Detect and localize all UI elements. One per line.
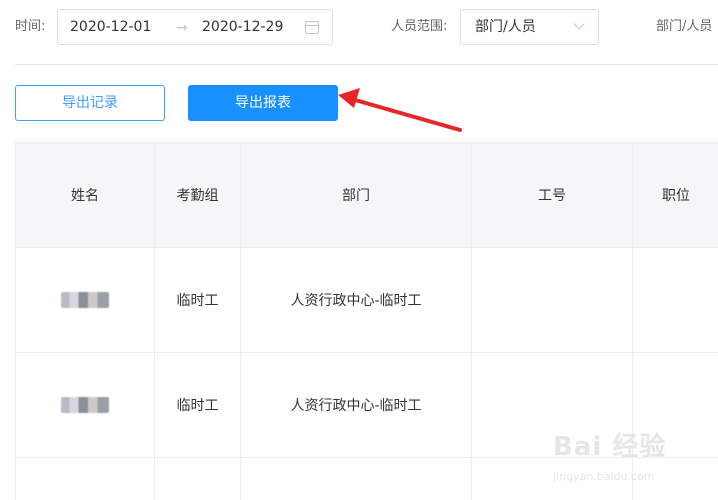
cell-name-redacted [16,353,155,457]
time-label: 时间: [15,19,46,34]
header-position: 职位 [662,188,690,204]
range-label: 人员范围: [391,19,448,34]
cell-name-redacted [16,248,155,352]
person-range-select[interactable]: 部门/人员 [460,9,599,45]
watermark-url: jingyan.baidu.com [553,470,655,483]
date-end[interactable]: 2020-12-29 [202,18,283,36]
cell-department: 人资行政中心-临时工 [241,248,472,352]
watermark-logo-text: Bai 经验 [553,432,667,462]
cell-employee-id [472,248,633,352]
table-header: 姓名 考勤组 部门 工号 职位 [16,142,718,248]
chevron-down-icon [573,18,585,30]
person-range-value: 部门/人员 [475,19,536,35]
date-start[interactable]: 2020-12-01 [70,18,151,36]
filter-divider [15,64,718,65]
cell-department: 人资行政中心-临时工 [241,353,472,457]
export-report-button[interactable]: 导出报表 [188,85,338,121]
header-name: 姓名 [16,143,155,247]
table-row: 临时工 人资行政中心-临时工 [16,248,718,353]
export-records-button[interactable]: 导出记录 [15,85,165,121]
date-separator-arrow: → [176,20,188,36]
date-range-picker[interactable]: 2020-12-01 → 2020-12-29 [57,9,333,45]
header-department: 部门 [241,143,472,247]
redacted-name-image [61,292,109,308]
filter-bar: 时间: 2020-12-01 → 2020-12-29 人员范围: 部门/人员 … [0,0,718,64]
cell-position [633,248,718,352]
cell-empty [16,458,155,500]
baidu-jingyan-watermark: Bai 经验 jingyan.baidu.com [545,412,718,500]
red-pointer-arrow-icon [338,88,462,132]
redacted-name-image [61,397,109,413]
cell-empty [241,458,472,500]
cell-group: 临时工 [155,248,241,352]
range-label-truncated: 部门/人员 [656,19,713,34]
calendar-icon[interactable] [305,21,319,34]
cell-group: 临时工 [155,353,241,457]
header-employee-id: 工号 [472,143,633,247]
cell-empty [155,458,241,500]
header-group: 考勤组 [155,143,241,247]
